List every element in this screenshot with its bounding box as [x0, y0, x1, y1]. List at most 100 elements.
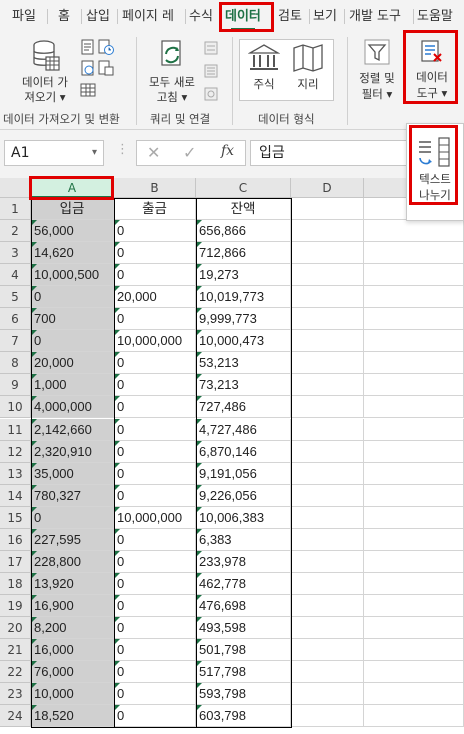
- row-header[interactable]: 14: [0, 484, 31, 507]
- table-cell[interactable]: 0: [114, 264, 196, 287]
- from-web-icon[interactable]: [80, 60, 96, 76]
- enter-check-icon[interactable]: ✓: [183, 143, 196, 162]
- table-cell[interactable]: 0: [114, 220, 196, 243]
- table-cell[interactable]: 0: [114, 484, 196, 507]
- empty-cell[interactable]: [291, 528, 364, 551]
- table-cell[interactable]: 20,000: [114, 286, 196, 309]
- empty-cell[interactable]: [291, 198, 364, 221]
- row-header[interactable]: 8: [0, 352, 31, 375]
- refresh-all-button[interactable]: 모두 새로 고침 ▾: [140, 37, 204, 107]
- tab-insert[interactable]: 삽입: [86, 0, 110, 33]
- empty-cell[interactable]: [291, 616, 364, 639]
- table-cell[interactable]: 10,006,383: [196, 506, 291, 529]
- table-cell[interactable]: 10,000,500: [31, 264, 114, 287]
- table-cell[interactable]: 10,019,773: [196, 286, 291, 309]
- stocks-button[interactable]: 주식: [242, 41, 286, 99]
- row-header[interactable]: 15: [0, 506, 31, 529]
- table-cell[interactable]: 656,866: [196, 220, 291, 243]
- table-cell[interactable]: 0: [31, 330, 114, 353]
- insert-function-icon[interactable]: fx: [221, 143, 234, 159]
- row-header[interactable]: 13: [0, 462, 31, 485]
- empty-cell[interactable]: [364, 639, 464, 662]
- table-cell[interactable]: 593,798: [196, 683, 291, 706]
- properties-icon[interactable]: [204, 64, 218, 78]
- empty-cell[interactable]: [364, 330, 464, 353]
- empty-cell[interactable]: [364, 616, 464, 639]
- empty-cell[interactable]: [364, 242, 464, 265]
- row-header[interactable]: 5: [0, 286, 31, 309]
- table-cell[interactable]: 501,798: [196, 639, 291, 662]
- row-header[interactable]: 18: [0, 572, 31, 595]
- table-cell[interactable]: 0: [114, 242, 196, 265]
- table-header-cell[interactable]: 잔액: [196, 198, 291, 221]
- table-cell[interactable]: 10,000,000: [114, 506, 196, 529]
- table-header-cell[interactable]: 입금: [31, 198, 114, 221]
- table-cell[interactable]: 9,226,056: [196, 484, 291, 507]
- row-header[interactable]: 17: [0, 550, 31, 573]
- empty-cell[interactable]: [291, 264, 364, 287]
- table-cell[interactable]: 228,800: [31, 550, 114, 573]
- empty-cell[interactable]: [291, 286, 364, 309]
- table-cell[interactable]: 712,866: [196, 242, 291, 265]
- empty-cell[interactable]: [364, 220, 464, 243]
- table-cell[interactable]: 56,000: [31, 220, 114, 243]
- table-cell[interactable]: 9,999,773: [196, 308, 291, 331]
- table-cell[interactable]: 53,213: [196, 352, 291, 375]
- empty-cell[interactable]: [364, 572, 464, 595]
- empty-cell[interactable]: [291, 396, 364, 419]
- table-cell[interactable]: 13,920: [31, 572, 114, 595]
- empty-cell[interactable]: [364, 462, 464, 485]
- table-cell[interactable]: 462,778: [196, 572, 291, 595]
- table-cell[interactable]: 0: [114, 594, 196, 617]
- empty-cell[interactable]: [364, 396, 464, 419]
- empty-cell[interactable]: [364, 506, 464, 529]
- empty-cell[interactable]: [291, 220, 364, 243]
- table-cell[interactable]: 780,327: [31, 484, 114, 507]
- empty-cell[interactable]: [291, 462, 364, 485]
- table-cell[interactable]: 0: [114, 308, 196, 331]
- table-cell[interactable]: 227,595: [31, 528, 114, 551]
- select-all-corner[interactable]: [0, 178, 31, 198]
- empty-cell[interactable]: [291, 330, 364, 353]
- table-cell[interactable]: 493,598: [196, 616, 291, 639]
- empty-cell[interactable]: [364, 550, 464, 573]
- row-header[interactable]: 2: [0, 220, 31, 243]
- table-cell[interactable]: 4,000,000: [31, 396, 114, 419]
- empty-cell[interactable]: [364, 683, 464, 706]
- empty-cell[interactable]: [291, 661, 364, 684]
- table-cell[interactable]: 16,000: [31, 639, 114, 662]
- row-header[interactable]: 24: [0, 705, 31, 728]
- empty-cell[interactable]: [364, 308, 464, 331]
- empty-cell[interactable]: [291, 639, 364, 662]
- table-cell[interactable]: 0: [114, 440, 196, 463]
- table-cell[interactable]: 0: [114, 661, 196, 684]
- tab-home[interactable]: 홈: [58, 0, 70, 33]
- table-cell[interactable]: 727,486: [196, 396, 291, 419]
- row-header[interactable]: 10: [0, 396, 31, 419]
- table-cell[interactable]: 0: [114, 550, 196, 573]
- table-cell[interactable]: 6,870,146: [196, 440, 291, 463]
- table-cell[interactable]: 0: [114, 418, 196, 441]
- empty-cell[interactable]: [291, 308, 364, 331]
- row-header[interactable]: 23: [0, 683, 31, 706]
- table-cell[interactable]: 603,798: [196, 705, 291, 728]
- empty-cell[interactable]: [364, 528, 464, 551]
- row-header[interactable]: 12: [0, 440, 31, 463]
- from-text-icon[interactable]: [80, 39, 96, 55]
- empty-cell[interactable]: [364, 286, 464, 309]
- row-header[interactable]: 1: [0, 198, 31, 221]
- empty-cell[interactable]: [291, 594, 364, 617]
- table-cell[interactable]: 0: [114, 705, 196, 728]
- table-cell[interactable]: 700: [31, 308, 114, 331]
- table-cell[interactable]: 35,000: [31, 462, 114, 485]
- empty-cell[interactable]: [291, 572, 364, 595]
- sort-filter-button[interactable]: 정렬 및 필터 ▾: [352, 37, 402, 107]
- row-header[interactable]: 11: [0, 418, 31, 441]
- tab-help[interactable]: 도움말: [417, 0, 453, 33]
- table-cell[interactable]: 73,213: [196, 374, 291, 397]
- empty-cell[interactable]: [364, 484, 464, 507]
- geography-button[interactable]: 지리: [286, 41, 330, 99]
- table-cell[interactable]: 2,320,910: [31, 440, 114, 463]
- table-cell[interactable]: 14,620: [31, 242, 114, 265]
- table-cell[interactable]: 10,000,473: [196, 330, 291, 353]
